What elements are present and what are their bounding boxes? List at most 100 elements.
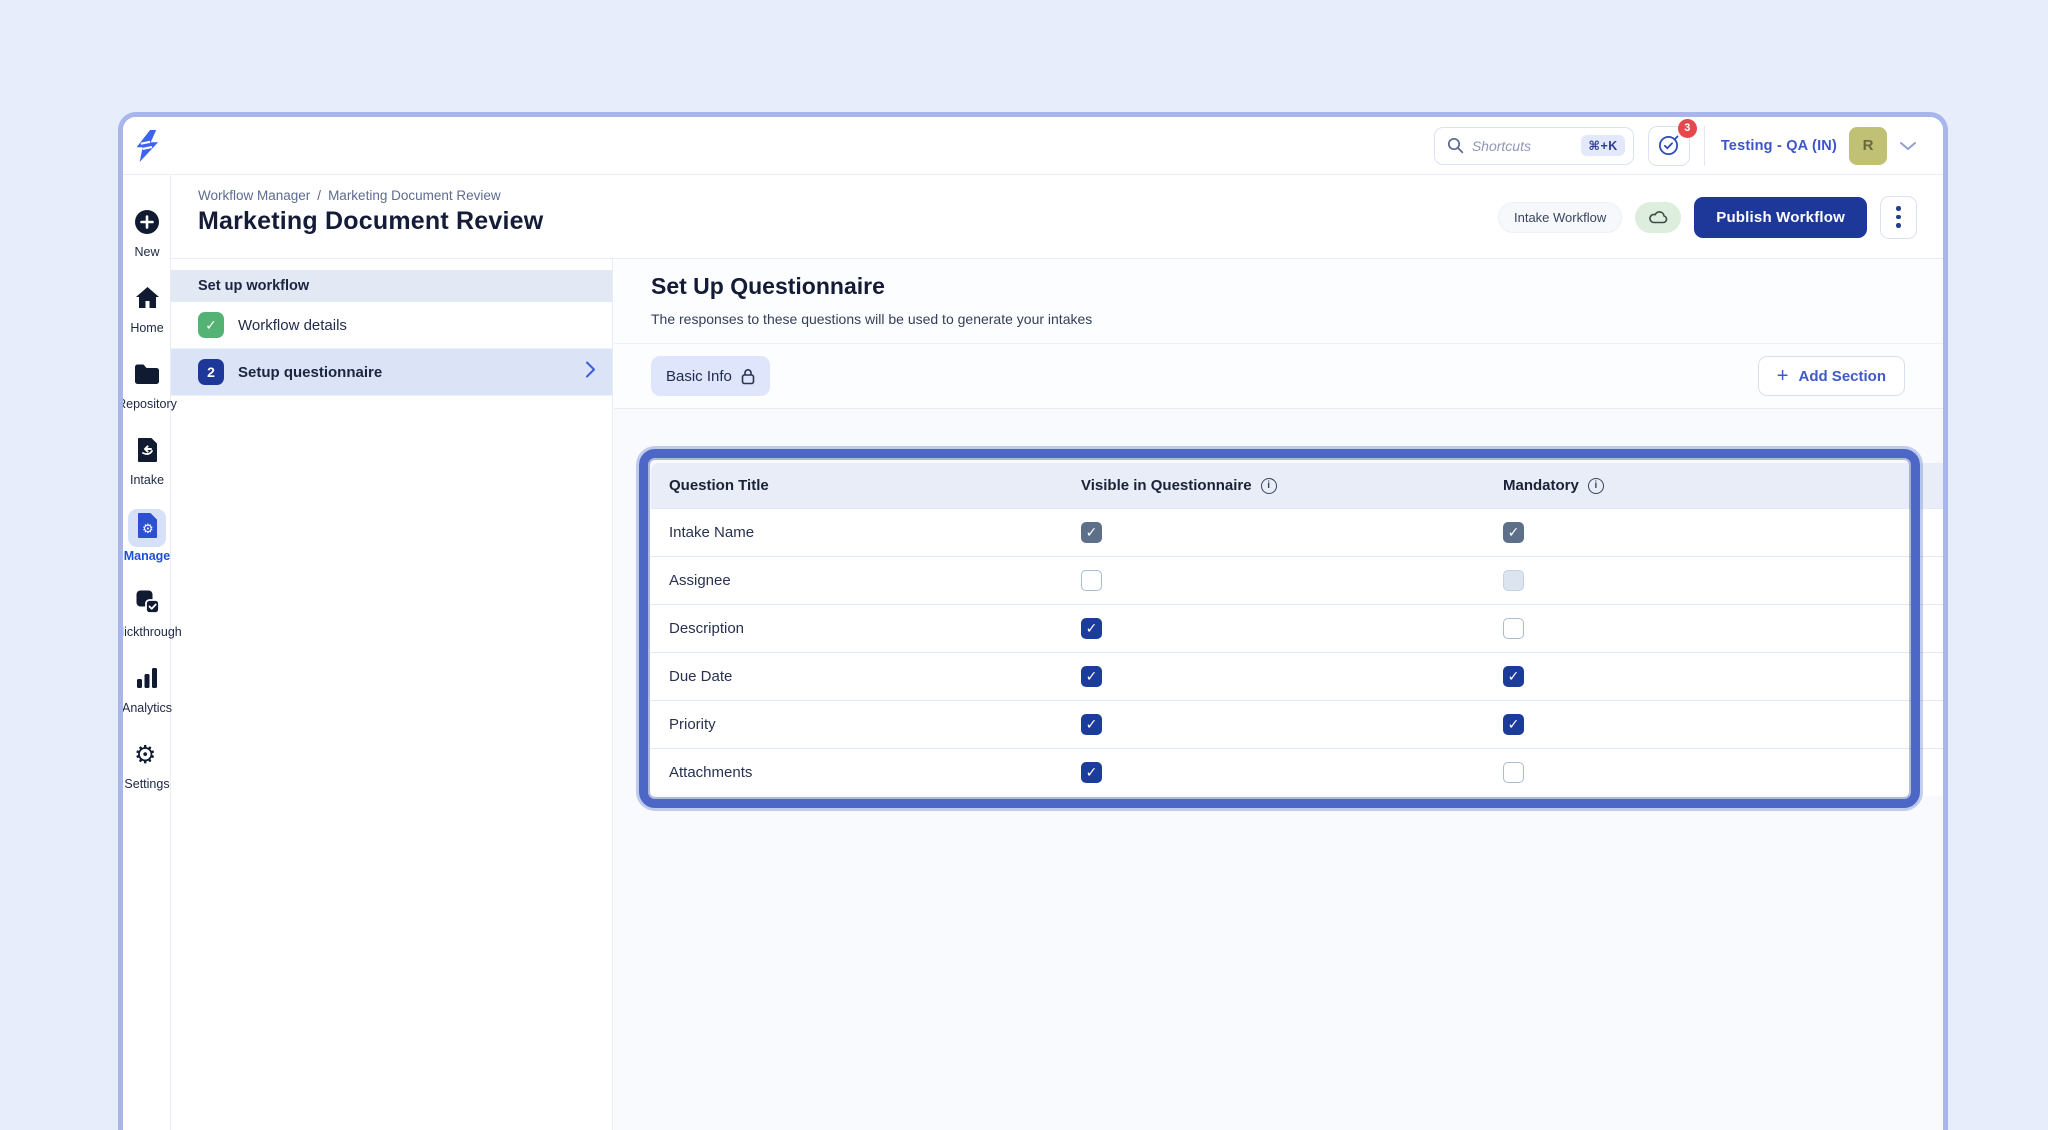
- question-title-cell: Assignee: [651, 572, 1081, 589]
- question-title-cell: Description: [651, 620, 1081, 637]
- desktop-background: Shortcuts ⌘+K 3 Testing - QA (IN) R W: [0, 0, 2048, 1130]
- visible-checkbox[interactable]: [1081, 762, 1102, 783]
- plus-icon: +: [1777, 366, 1789, 386]
- shortcut-key-chip: ⌘+K: [1581, 135, 1624, 156]
- notification-badge: 3: [1678, 119, 1697, 138]
- check-circle-icon: [1657, 134, 1680, 157]
- table-row: Attachments: [651, 748, 1944, 796]
- sidebar-item-intake[interactable]: Intake: [128, 433, 166, 487]
- sidebar-nav: New Home Repository Intake ⚙ Manage Clic…: [123, 175, 171, 813]
- manage-doc-gear-icon: ⚙: [134, 512, 159, 544]
- table-body: Intake Name Assignee Description Due Dat…: [651, 508, 1944, 796]
- steps-list: ✓ Workflow details 2 Setup questionnaire: [171, 302, 612, 396]
- add-section-label: Add Section: [1798, 368, 1886, 385]
- mandatory-checkbox[interactable]: [1503, 618, 1524, 639]
- questionnaire-subtitle: The responses to these questions will be…: [651, 311, 1092, 327]
- question-title-cell: Attachments: [651, 764, 1081, 781]
- step-row[interactable]: ✓ Workflow details: [171, 302, 612, 349]
- sidebar-item-new[interactable]: New: [128, 205, 166, 259]
- info-icon[interactable]: i: [1261, 478, 1277, 494]
- page-header: Workflow Manager / Marketing Document Re…: [171, 175, 1943, 259]
- publish-workflow-button[interactable]: Publish Workflow: [1694, 197, 1867, 238]
- column-mandatory: Mandatory i: [1503, 477, 1944, 494]
- mandatory-checkbox[interactable]: [1503, 762, 1524, 783]
- logo-cell[interactable]: [123, 117, 171, 175]
- question-title-cell: Intake Name: [651, 524, 1081, 541]
- breadcrumb-separator: /: [317, 188, 321, 203]
- workspace-menu[interactable]: Testing - QA (IN) R: [1721, 127, 1917, 165]
- svg-text:⚙: ⚙: [134, 740, 156, 768]
- chevron-right-icon: [584, 361, 596, 384]
- kebab-icon: [1896, 206, 1901, 211]
- home-icon: [134, 285, 161, 316]
- header-actions: Intake Workflow Publish Workflow: [1498, 175, 1917, 259]
- mandatory-checkbox: [1503, 570, 1524, 591]
- sidebar-item-settings[interactable]: ⚙ Settings: [124, 737, 169, 791]
- step-number-badge: 2: [198, 359, 224, 385]
- visible-checkbox[interactable]: [1081, 666, 1102, 687]
- plus-circle-icon: [133, 208, 161, 241]
- breadcrumb-workflow-manager[interactable]: Workflow Manager: [198, 188, 310, 203]
- section-tab-label: Basic Info: [666, 368, 732, 385]
- add-section-button[interactable]: + Add Section: [1758, 356, 1905, 396]
- workflow-type-pill: Intake Workflow: [1498, 202, 1622, 233]
- section-tabs-row: Basic Info + Add Section: [614, 344, 1943, 409]
- bar-chart-icon: [134, 665, 160, 696]
- mandatory-checkbox[interactable]: [1503, 666, 1524, 687]
- sidebar-item-home[interactable]: Home: [128, 281, 166, 335]
- table-row: Intake Name: [651, 508, 1944, 556]
- completed-check-badge: ✓: [198, 312, 224, 338]
- table-row: Due Date: [651, 652, 1944, 700]
- mandatory-checkbox: [1503, 522, 1524, 543]
- search-input[interactable]: Shortcuts ⌘+K: [1434, 127, 1634, 165]
- main-content: Set Up Questionnaire The responses to th…: [614, 259, 1943, 1130]
- sidebar: New Home Repository Intake ⚙ Manage Clic…: [123, 117, 171, 1130]
- more-options-button[interactable]: [1880, 196, 1917, 239]
- page-title: Marketing Document Review: [198, 207, 543, 236]
- clickthrough-icon: [134, 588, 161, 620]
- autosave-status-pill: [1635, 202, 1681, 233]
- visible-checkbox[interactable]: [1081, 618, 1102, 639]
- table-header-row: Question Title Visible in Questionnaire …: [651, 463, 1944, 508]
- column-visible-in-questionnaire: Visible in Questionnaire i: [1081, 477, 1503, 494]
- tab-basic-info[interactable]: Basic Info: [651, 356, 770, 396]
- avatar: R: [1849, 127, 1887, 165]
- step-label: Setup questionnaire: [238, 364, 382, 381]
- step-row[interactable]: 2 Setup questionnaire: [171, 349, 612, 396]
- breadcrumb-current: Marketing Document Review: [328, 188, 501, 203]
- breadcrumb: Workflow Manager / Marketing Document Re…: [198, 188, 501, 203]
- intake-doc-icon: [135, 437, 159, 468]
- steps-panel-title: Set up workflow: [171, 270, 612, 302]
- app-window: Shortcuts ⌘+K 3 Testing - QA (IN) R W: [118, 112, 1948, 1130]
- visible-checkbox[interactable]: [1081, 714, 1102, 735]
- question-title-cell: Due Date: [651, 668, 1081, 685]
- sidebar-item-manage[interactable]: ⚙ Manage: [124, 509, 171, 563]
- sidebar-item-clickthrough[interactable]: Clickthrough: [118, 585, 182, 639]
- folder-icon: [133, 362, 161, 391]
- table-row: Description: [651, 604, 1944, 652]
- table-row: Assignee: [651, 556, 1944, 604]
- svg-text:⚙: ⚙: [142, 522, 154, 537]
- chevron-down-icon: [1899, 140, 1917, 152]
- gear-icon: ⚙: [133, 740, 161, 773]
- tasks-button[interactable]: 3: [1648, 126, 1690, 166]
- search-icon: [1447, 137, 1464, 154]
- visible-checkbox: [1081, 522, 1102, 543]
- questionnaire-table: Question Title Visible in Questionnaire …: [651, 463, 1944, 796]
- sidebar-item-analytics[interactable]: Analytics: [122, 661, 172, 715]
- search-placeholder: Shortcuts: [1472, 138, 1574, 154]
- steps-panel: Set up workflow ✓ Workflow details 2 Set…: [171, 259, 613, 1130]
- info-icon[interactable]: i: [1588, 478, 1604, 494]
- questionnaire-header: Set Up Questionnaire The responses to th…: [614, 259, 1943, 344]
- mandatory-checkbox[interactable]: [1503, 714, 1524, 735]
- workspace-label: Testing - QA (IN): [1721, 138, 1837, 154]
- step-label: Workflow details: [238, 317, 347, 334]
- sidebar-item-repository[interactable]: Repository: [118, 357, 177, 411]
- topbar-divider: [1704, 126, 1705, 166]
- questionnaire-title: Set Up Questionnaire: [651, 273, 885, 300]
- cloud-icon: [1648, 209, 1669, 225]
- column-question-title: Question Title: [651, 477, 1081, 494]
- visible-checkbox[interactable]: [1081, 570, 1102, 591]
- topbar: Shortcuts ⌘+K 3 Testing - QA (IN) R: [171, 117, 1943, 175]
- question-title-cell: Priority: [651, 716, 1081, 733]
